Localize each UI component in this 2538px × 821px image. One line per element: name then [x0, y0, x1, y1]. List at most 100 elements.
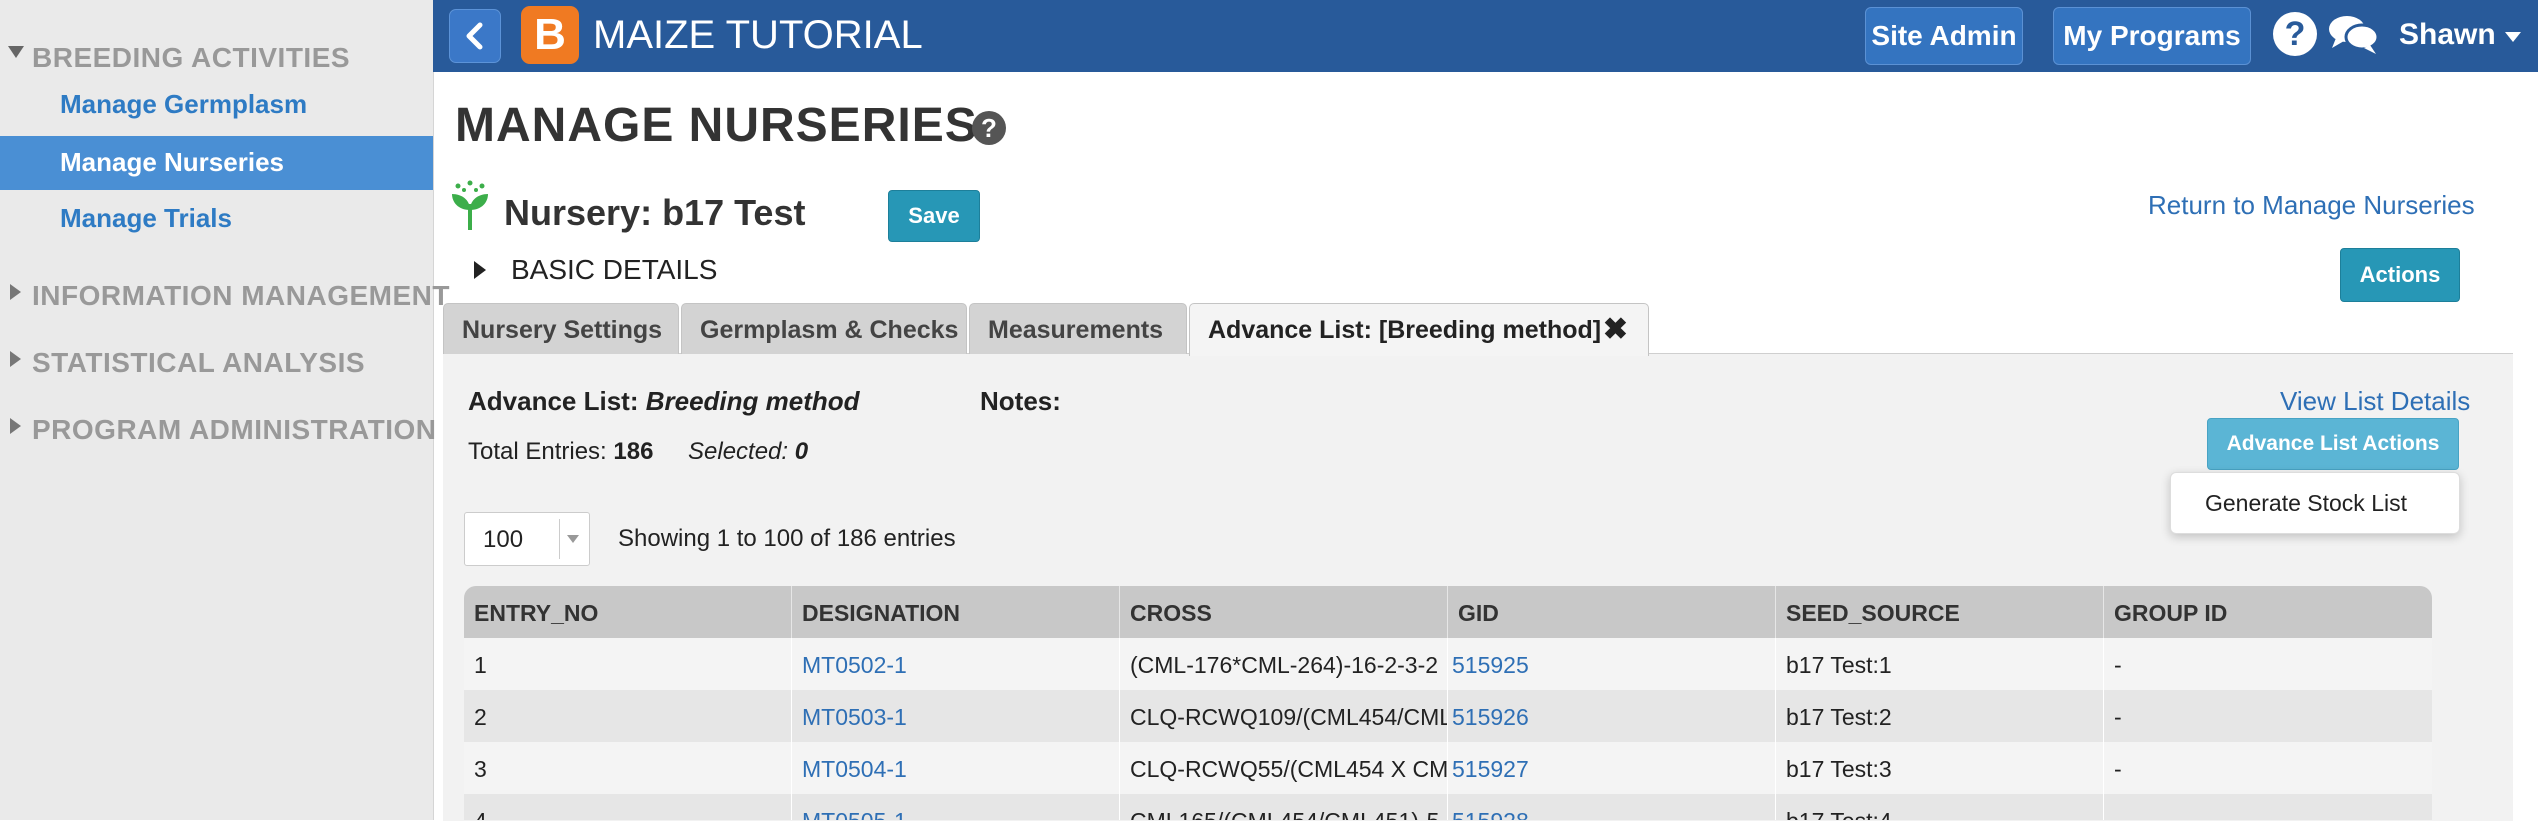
app-logo[interactable]: B	[521, 6, 579, 64]
sidebar-item-label: Manage Germplasm	[60, 89, 308, 119]
back-button[interactable]	[449, 9, 501, 63]
basic-details-toggle[interactable]: BASIC DETAILS	[511, 254, 717, 286]
tab-label: Measurements	[988, 316, 1164, 344]
column-header-gid[interactable]: GID	[1448, 586, 1776, 638]
cell-designation: MT0502-1	[792, 638, 1120, 690]
sidebar-section-program-administration[interactable]: PROGRAM ADMINISTRATION	[0, 408, 436, 448]
cell-group-id: -	[2104, 794, 2432, 820]
close-icon[interactable]: ✖	[1603, 312, 1628, 347]
cell-text: CLQ-RCWQ55/(CML454 X CML	[1130, 756, 1448, 782]
total-entries-value: 186	[613, 438, 654, 465]
gid-link[interactable]: 515926	[1452, 704, 1529, 731]
gid-link[interactable]: 515925	[1452, 652, 1529, 679]
gid-link[interactable]: 515927	[1452, 756, 1529, 783]
tab-nursery-settings[interactable]: Nursery Settings	[443, 303, 679, 354]
caret-right-icon	[10, 351, 21, 367]
column-header-seed-source[interactable]: SEED_SOURCE	[1776, 586, 2104, 638]
my-programs-button[interactable]: My Programs	[2053, 7, 2251, 65]
caret-down-icon	[567, 535, 579, 543]
help-icon[interactable]: ?	[2273, 12, 2317, 56]
column-header-group-id[interactable]: GROUP ID	[2104, 586, 2432, 638]
caret-down-icon	[8, 46, 24, 58]
page-title: MANAGE NURSERIES	[455, 99, 978, 152]
caret-right-icon	[10, 418, 21, 434]
cell-designation: MT0504-1	[792, 742, 1120, 794]
table-row[interactable]: 4 MT0505-1 CML165/(CML454/CML451)-5 5159…	[464, 794, 2432, 820]
cell-gid: 515928	[1448, 794, 1776, 820]
designation-link[interactable]: MT0503-1	[802, 704, 907, 731]
sidebar-item-manage-germplasm[interactable]: Manage Germplasm	[0, 78, 433, 132]
save-button[interactable]: Save	[888, 190, 980, 242]
nursery-plant-icon	[452, 180, 488, 230]
advance-list-prefix: Advance List:	[468, 386, 646, 416]
column-header-cross[interactable]: CROSS	[1120, 586, 1448, 638]
designation-link[interactable]: MT0502-1	[802, 652, 907, 679]
caret-right-icon[interactable]	[474, 261, 486, 279]
cell-group-id: -	[2104, 690, 2432, 742]
view-list-details-link[interactable]: View List Details	[2280, 386, 2470, 417]
cell-entry-no: 4	[464, 794, 792, 820]
cell-text: -	[2114, 652, 2122, 678]
chat-icon[interactable]	[2328, 12, 2380, 56]
column-header-entry-no[interactable]: ENTRY_NO	[464, 586, 792, 638]
sidebar-item-manage-trials[interactable]: Manage Trials	[0, 192, 433, 246]
column-header-label: ENTRY_NO	[474, 600, 599, 626]
cell-text: -	[2114, 808, 2122, 820]
table-row[interactable]: 2 MT0503-1 CLQ-RCWQ109/(CML454/CML 51592…	[464, 690, 2432, 742]
cell-entry-no: 1	[464, 638, 792, 690]
cell-entry-no: 3	[464, 742, 792, 794]
notes-label: Notes:	[980, 386, 1061, 416]
column-header-label: DESIGNATION	[802, 600, 961, 626]
column-header-designation[interactable]: DESIGNATION	[792, 586, 1120, 638]
table-row[interactable]: 1 MT0502-1 (CML-176*CML-264)-16-2-3-2 51…	[464, 638, 2432, 690]
column-header-label: SEED_SOURCE	[1786, 600, 1960, 626]
site-admin-button[interactable]: Site Admin	[1865, 7, 2023, 65]
advance-list-actions-button[interactable]: Advance List Actions	[2207, 418, 2459, 470]
cell-text: b17 Test:1	[1786, 652, 1892, 678]
chevron-left-icon	[466, 22, 483, 50]
cell-text: 4	[474, 808, 487, 820]
selected-value: 0	[794, 438, 809, 465]
app-title[interactable]: MAIZE TUTORIAL	[593, 13, 923, 58]
selected-count: Selected: 0	[688, 438, 808, 466]
sidebar: BREEDING ACTIVITIES Manage Germplasm Man…	[0, 0, 450, 820]
sidebar-section-statistical-analysis[interactable]: STATISTICAL ANALYSIS	[0, 341, 433, 381]
cell-cross: CLQ-RCWQ55/(CML454 X CML	[1120, 742, 1448, 794]
cell-cross: CLQ-RCWQ109/(CML454/CML	[1120, 690, 1448, 742]
total-entries-label: Total Entries:	[468, 438, 614, 465]
showing-entries-text: Showing 1 to 100 of 186 entries	[618, 525, 956, 552]
cell-text: b17 Test:4	[1786, 808, 1892, 820]
cell-gid: 515925	[1448, 638, 1776, 690]
sidebar-item-label: Manage Trials	[60, 203, 232, 233]
cell-designation: MT0503-1	[792, 690, 1120, 742]
return-to-manage-nurseries-link[interactable]: Return to Manage Nurseries	[2148, 190, 2475, 221]
designation-link[interactable]: MT0505-1	[802, 808, 907, 820]
sidebar-section-label: INFORMATION MANAGEMENT	[32, 280, 450, 311]
page-size-select[interactable]: 100	[464, 512, 590, 566]
generate-stock-list-menu-item[interactable]: Generate Stock List	[2205, 490, 2407, 517]
cell-seed-source: b17 Test:4	[1776, 794, 2104, 820]
caret-down-icon[interactable]	[2505, 32, 2521, 42]
sidebar-item-manage-nurseries[interactable]: Manage Nurseries	[0, 136, 433, 190]
designation-link[interactable]: MT0504-1	[802, 756, 907, 783]
caret-right-icon	[10, 284, 21, 300]
tab-measurements[interactable]: Measurements	[969, 303, 1187, 354]
gid-link[interactable]: 515928	[1452, 808, 1529, 820]
cell-group-id: -	[2104, 742, 2432, 794]
sidebar-section-breeding-activities[interactable]: BREEDING ACTIVITIES	[0, 36, 433, 76]
advance-list-actions-menu: Generate Stock List	[2170, 472, 2460, 534]
user-menu[interactable]: Shawn	[2399, 18, 2496, 52]
sidebar-section-information-management[interactable]: INFORMATION MANAGEMENT	[0, 274, 450, 314]
cell-seed-source: b17 Test:1	[1776, 638, 2104, 690]
selected-label: Selected:	[688, 438, 795, 465]
tab-advance-list[interactable]: Advance List: [Breeding method] ✖	[1189, 303, 1649, 356]
cell-gid: 515926	[1448, 690, 1776, 742]
total-entries: Total Entries: 186	[468, 438, 653, 466]
help-icon[interactable]: ?	[972, 111, 1006, 145]
actions-button[interactable]: Actions	[2340, 248, 2460, 302]
cell-entry-no: 2	[464, 690, 792, 742]
table-row[interactable]: 3 MT0504-1 CLQ-RCWQ55/(CML454 X CML 5159…	[464, 742, 2432, 794]
tab-germplasm-checks[interactable]: Germplasm & Checks	[681, 303, 967, 354]
select-divider	[559, 519, 560, 559]
cell-text: -	[2114, 756, 2122, 782]
